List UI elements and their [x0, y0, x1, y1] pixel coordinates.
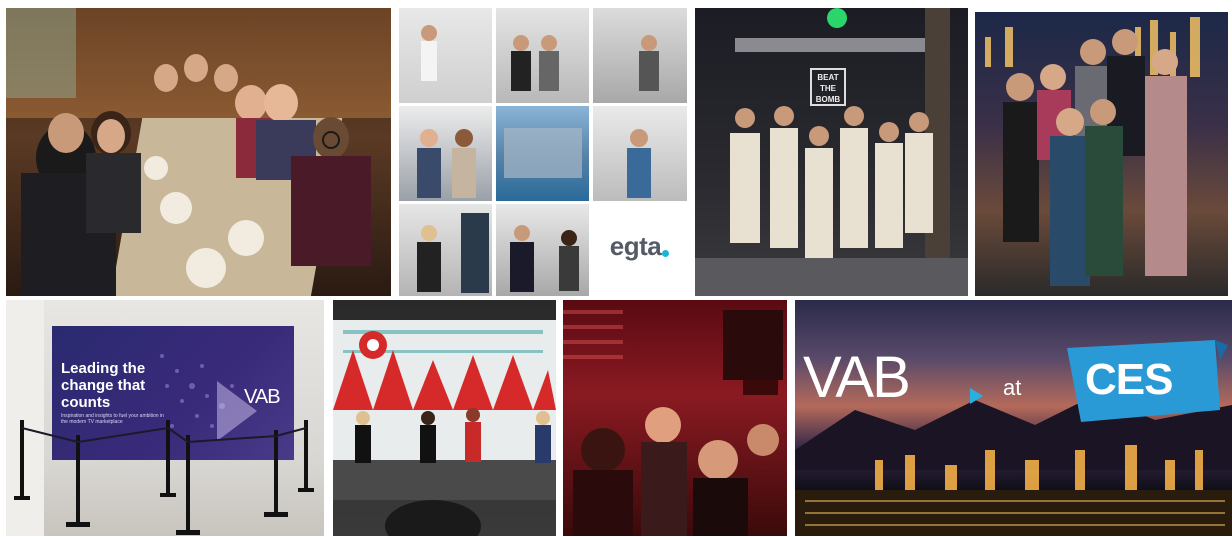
- ces-logo: CES: [1085, 355, 1173, 404]
- photo-panel-stage: [333, 300, 556, 536]
- banner-headline: Leading the change that counts: [61, 360, 146, 411]
- diners-illustration: [21, 54, 371, 296]
- vab-wordmark: VAB: [803, 345, 911, 410]
- photo-restaurant-dinner: [6, 8, 391, 296]
- party-scene: [563, 310, 783, 536]
- photo-vab-at-ces: VAB at CES: [795, 300, 1232, 536]
- escape-room-scene: [695, 8, 968, 296]
- egta-wordmark: egta: [609, 230, 662, 261]
- egta-dot: [662, 249, 670, 257]
- photo-escape-room-team: BEAT THE BOMB: [695, 8, 968, 296]
- vegas-rooftop-scene: [985, 17, 1200, 286]
- photo-vegas-rooftop-group: [975, 12, 1228, 296]
- vab-logo: VAB: [244, 386, 281, 408]
- at-label: at: [1003, 375, 1022, 400]
- egta-logo: egta: [592, 197, 687, 295]
- photo-red-party: [563, 300, 787, 536]
- stanchion-barriers: [14, 420, 314, 535]
- vegas-skyline: [795, 340, 1232, 536]
- panel-stage-scene: [333, 320, 556, 536]
- beat-the-bomb-sign: BEAT THE BOMB: [810, 68, 846, 106]
- photo-vab-banner-wall: Leading the change that counts Inspirati…: [6, 300, 324, 536]
